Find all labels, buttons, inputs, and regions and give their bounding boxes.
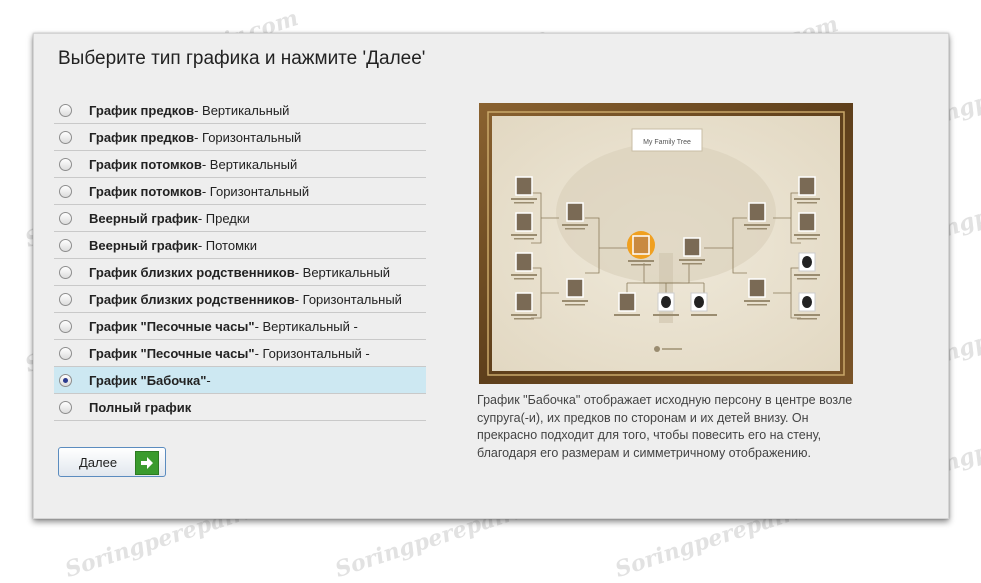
chart-type-option[interactable]: График "Бабочка" - [54, 367, 426, 394]
chart-type-name: График потомков [89, 156, 202, 172]
chart-type-option[interactable]: Полный график [54, 394, 426, 421]
chart-type-name: Полный график [89, 399, 192, 415]
chart-type-option[interactable]: График близких родственников - Горизонта… [54, 286, 426, 313]
page-title: Выберите тип графика и нажмите 'Далее' [58, 48, 426, 69]
chart-type-option[interactable]: Веерный график - Потомки [54, 232, 426, 259]
chart-type-name: График близких родственников [89, 291, 295, 307]
chart-type-option[interactable]: График близких родственников - Вертикаль… [54, 259, 426, 286]
radio-button[interactable] [59, 346, 72, 360]
radio-button[interactable] [59, 373, 72, 387]
radio-button[interactable] [59, 211, 72, 225]
radio-button[interactable] [59, 319, 72, 333]
chart-type-name: График близких родственников [89, 264, 295, 280]
radio-button[interactable] [59, 238, 72, 252]
chart-type-option[interactable]: График предков - Горизонтальный [54, 124, 426, 151]
radio-button[interactable] [59, 184, 72, 198]
chart-type-variant: - Горизонтальный [201, 183, 310, 199]
radio-button[interactable] [59, 265, 72, 279]
chart-type-variant: - Вертикальный - [254, 318, 358, 334]
chart-type-name: График "Песочные часы" [89, 345, 255, 361]
radio-button[interactable] [59, 130, 72, 144]
chart-type-variant: - Горизонтальный [194, 129, 302, 145]
radio-button[interactable] [59, 400, 72, 414]
chart-type-option[interactable]: Веерный график - Предки [54, 205, 426, 232]
chart-type-variant: - Горизонтальный - [254, 345, 370, 361]
chart-type-name: График предков [89, 129, 195, 145]
chart-type-name: График "Песочные часы" [89, 318, 255, 334]
chart-type-option[interactable]: График "Песочные часы" - Горизонтальный … [54, 340, 426, 367]
chart-type-name: Веерный график [89, 210, 198, 226]
chart-type-variant: - Вертикальный [201, 156, 298, 172]
next-button-label: Далее [79, 454, 118, 470]
chart-type-option[interactable]: График потомков - Горизонтальный [54, 178, 426, 205]
chart-type-name: График потомков [89, 183, 202, 199]
chart-type-name: График предков [89, 102, 195, 118]
next-button[interactable]: Далее [58, 447, 166, 477]
radio-button[interactable] [59, 103, 72, 117]
radio-button[interactable] [59, 157, 72, 171]
chart-type-dialog: Выберите тип графика и нажмите 'Далее' Г… [33, 33, 949, 519]
chart-type-variant: - Вертикальный [294, 264, 391, 280]
chart-type-variant: - Потомки [197, 237, 257, 253]
arrow-right-icon [135, 451, 159, 475]
chart-preview: My Family Tree [479, 103, 853, 384]
chart-type-name: Веерный график [89, 237, 198, 253]
chart-type-variant: - [206, 372, 211, 388]
chart-type-variant: - Вертикальный [194, 102, 290, 118]
chart-type-variant: - Предки [197, 210, 250, 226]
radio-button[interactable] [59, 292, 72, 306]
chart-type-option[interactable]: График предков - Вертикальный [54, 97, 426, 124]
chart-type-list: График предков - Вертикальный График пред… [54, 97, 426, 421]
chart-type-variant: - Горизонтальный [294, 291, 402, 307]
preview-chart-title: My Family Tree [643, 139, 691, 146]
chart-type-option[interactable]: График потомков - Вертикальный [54, 151, 426, 178]
chart-type-name: График "Бабочка" [89, 372, 207, 388]
chart-type-option[interactable]: График "Песочные часы" - Вертикальный - [54, 313, 426, 340]
chart-description: График "Бабочка" отображает исходную пер… [477, 393, 853, 460]
